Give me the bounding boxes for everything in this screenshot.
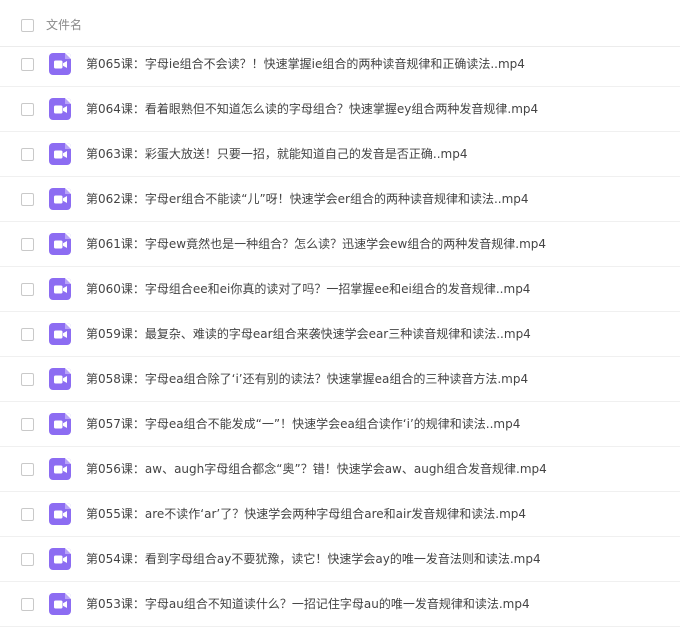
- row-checkbox[interactable]: [21, 238, 34, 251]
- row-checkbox[interactable]: [21, 58, 34, 71]
- file-name[interactable]: 第054课：看到字母组合ay不要犹豫，读它！快速学会ay的唯一发音法则和读法.m…: [86, 550, 541, 568]
- select-all-checkbox[interactable]: [21, 19, 34, 32]
- row-checkbox[interactable]: [21, 373, 34, 386]
- file-row-8[interactable]: 第059课：最复杂、难读的字母ear组合来袭快速学会ear三种读音规律和读法..…: [0, 312, 680, 357]
- video-file-icon: [49, 98, 71, 120]
- file-rows: 第066课：字母igh组合怎么读呢？快速记住igh组合的发音规律和读法.mp4 …: [0, 0, 680, 627]
- video-file-icon: [49, 53, 71, 75]
- file-name[interactable]: 第060课：字母组合ee和ei你真的读对了吗？一招掌握ee和ei组合的发音规律.…: [86, 280, 530, 298]
- video-file-icon: [49, 503, 71, 525]
- file-row-7[interactable]: 第060课：字母组合ee和ei你真的读对了吗？一招掌握ee和ei组合的发音规律.…: [0, 267, 680, 312]
- row-checkbox[interactable]: [21, 508, 34, 521]
- video-file-icon: [49, 413, 71, 435]
- file-list-header: 文件名: [0, 0, 680, 47]
- row-checkbox[interactable]: [21, 598, 34, 611]
- row-checkbox[interactable]: [21, 418, 34, 431]
- file-row-3[interactable]: 第064课：看着眼熟但不知道怎么读的字母组合？快速掌握ey组合两种发音规律.mp…: [0, 87, 680, 132]
- file-row-6[interactable]: 第061课：字母ew竟然也是一种组合？怎么读？迅速学会ew组合的两种发音规律.m…: [0, 222, 680, 267]
- video-file-icon: [49, 143, 71, 165]
- file-name[interactable]: 第065课：字母ie组合不会读？！快速掌握ie组合的两种读音规律和正确读法..m…: [86, 55, 525, 73]
- file-name[interactable]: 第062课：字母er组合不能读“儿”呀！快速学会er组合的两种读音规律和读法..…: [86, 190, 529, 208]
- video-file-icon: [49, 548, 71, 570]
- row-checkbox[interactable]: [21, 553, 34, 566]
- file-row-13[interactable]: 第054课：看到字母组合ay不要犹豫，读它！快速学会ay的唯一发音法则和读法.m…: [0, 537, 680, 582]
- file-name[interactable]: 第064课：看着眼熟但不知道怎么读的字母组合？快速掌握ey组合两种发音规律.mp…: [86, 100, 538, 118]
- file-list: 文件名 第066课：字母igh组合怎么读呢？快速记住igh组合的发音规律和读法.…: [0, 0, 680, 636]
- video-file-icon: [49, 323, 71, 345]
- row-checkbox[interactable]: [21, 328, 34, 341]
- video-file-icon: [49, 593, 71, 615]
- file-row-4[interactable]: 第063课：彩蛋大放送！只要一招，就能知道自己的发音是否正确..mp4: [0, 132, 680, 177]
- file-name[interactable]: 第053课：字母au组合不知道读什么？一招记住字母au的唯一发音规律和读法.mp…: [86, 595, 530, 613]
- file-name[interactable]: 第058课：字母ea组合除了‘i’还有别的读法？快速掌握ea组合的三种读音方法.…: [86, 370, 528, 388]
- file-row-14[interactable]: 第053课：字母au组合不知道读什么？一招记住字母au的唯一发音规律和读法.mp…: [0, 582, 680, 627]
- video-file-icon: [49, 188, 71, 210]
- row-checkbox[interactable]: [21, 193, 34, 206]
- file-name[interactable]: 第056课：aw、augh字母组合都念“奥”？错！快速学会aw、augh组合发音…: [86, 460, 547, 478]
- file-name[interactable]: 第063课：彩蛋大放送！只要一招，就能知道自己的发音是否正确..mp4: [86, 145, 467, 163]
- video-file-icon: [49, 233, 71, 255]
- video-file-icon: [49, 278, 71, 300]
- row-checkbox[interactable]: [21, 283, 34, 296]
- row-checkbox[interactable]: [21, 148, 34, 161]
- file-row-11[interactable]: 第056课：aw、augh字母组合都念“奥”？错！快速学会aw、augh组合发音…: [0, 447, 680, 492]
- file-name[interactable]: 第061课：字母ew竟然也是一种组合？怎么读？迅速学会ew组合的两种发音规律.m…: [86, 235, 546, 253]
- file-row-10[interactable]: 第057课：字母ea组合不能发成“一”！快速学会ea组合读作‘i’的规律和读法.…: [0, 402, 680, 447]
- row-checkbox[interactable]: [21, 463, 34, 476]
- file-name[interactable]: 第059课：最复杂、难读的字母ear组合来袭快速学会ear三种读音规律和读法..…: [86, 325, 531, 343]
- video-file-icon: [49, 458, 71, 480]
- file-row-2[interactable]: 第065课：字母ie组合不会读？！快速掌握ie组合的两种读音规律和正确读法..m…: [0, 42, 680, 87]
- file-row-5[interactable]: 第062课：字母er组合不能读“儿”呀！快速学会er组合的两种读音规律和读法..…: [0, 177, 680, 222]
- row-checkbox[interactable]: [21, 103, 34, 116]
- file-name[interactable]: 第055课：are不读作‘ar’了？快速学会两种字母组合are和air发音规律和…: [86, 505, 526, 523]
- file-row-12[interactable]: 第055课：are不读作‘ar’了？快速学会两种字母组合are和air发音规律和…: [0, 492, 680, 537]
- file-name[interactable]: 第057课：字母ea组合不能发成“一”！快速学会ea组合读作‘i’的规律和读法.…: [86, 415, 520, 433]
- file-row-9[interactable]: 第058课：字母ea组合除了‘i’还有别的读法？快速掌握ea组合的三种读音方法.…: [0, 357, 680, 402]
- video-file-icon: [49, 368, 71, 390]
- column-header-filename[interactable]: 文件名: [46, 17, 82, 33]
